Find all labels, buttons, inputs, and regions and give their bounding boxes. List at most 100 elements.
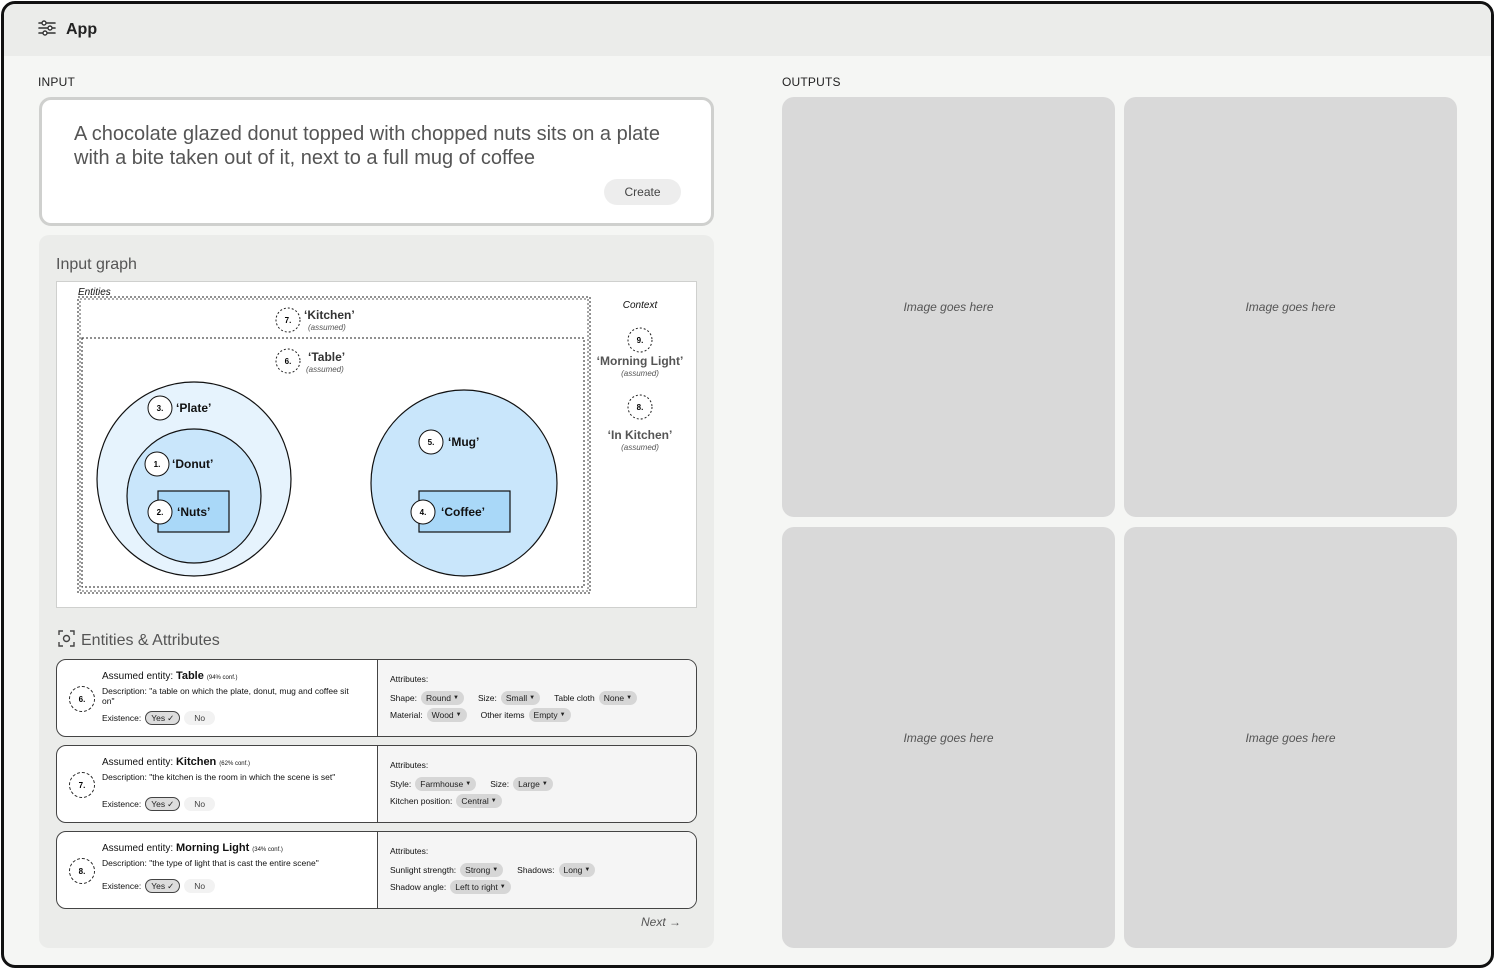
entity-badge: 7. xyxy=(69,772,95,798)
morning-light-node[interactable]: 9. ‘Morning Light’ (assumed) xyxy=(597,327,684,378)
coffee-node[interactable]: 4. ‘Coffee’ xyxy=(410,490,511,533)
shadows-dropdown[interactable]: Long ▼ xyxy=(558,863,596,877)
svg-text:‘Nuts’: ‘Nuts’ xyxy=(177,505,210,519)
svg-text:‘Kitchen’: ‘Kitchen’ xyxy=(304,308,355,322)
svg-text:4.: 4. xyxy=(420,508,427,517)
check-icon: ✓ xyxy=(167,880,175,891)
attribute-row: Shape: Round ▼ Size: Small ▼ Table cloth N… xyxy=(390,691,638,705)
output-image-2[interactable]: Image goes here xyxy=(1124,97,1457,517)
entity-card-morning-light: 8. Assumed entity: Morning Light (34% con… xyxy=(56,831,697,909)
svg-text:‘Morning Light’: ‘Morning Light’ xyxy=(597,354,684,368)
style-dropdown[interactable]: Farmhouse ▼ xyxy=(415,777,477,791)
entity-name: Kitchen xyxy=(175,756,217,768)
material-dropdown[interactable]: Wood ▼ xyxy=(426,708,467,722)
entity-heading: Assumed entity: Morning Light (34% conf.) xyxy=(102,842,283,854)
output-image-4[interactable]: Image goes here xyxy=(1124,527,1457,948)
check-icon: ✓ xyxy=(167,712,175,723)
top-bar: App xyxy=(4,4,1491,56)
caret-down-icon: ▼ xyxy=(559,712,566,718)
confidence: (34% conf.) xyxy=(252,847,283,853)
entity-badge: 6. xyxy=(69,686,95,712)
attributes-label: Attributes: xyxy=(390,846,429,856)
entity-card-kitchen: 7. Assumed entity: Kitchen (62% conf.) De… xyxy=(56,745,697,823)
sliders-icon[interactable] xyxy=(38,19,56,41)
table-cloth-dropdown[interactable]: None ▼ xyxy=(598,691,638,705)
attributes-label: Attributes: xyxy=(390,674,429,684)
attribute-row: Material: Wood ▼ Other items Empty ▼ xyxy=(390,708,571,722)
svg-text:‘Table’: ‘Table’ xyxy=(308,350,345,364)
scan-focus-icon xyxy=(58,630,75,652)
caret-down-icon: ▼ xyxy=(492,867,499,873)
existence-yes-button[interactable]: Yes ✓ xyxy=(145,879,181,893)
svg-text:(assumed): (assumed) xyxy=(621,369,659,378)
context-label: Context xyxy=(623,300,659,311)
caret-down-icon: ▼ xyxy=(490,798,497,804)
entity-description: Description: "the kitchen is the room in… xyxy=(102,772,336,782)
attributes-panel: Attributes: Sunlight strength: Strong ▼ S… xyxy=(377,832,696,908)
create-button[interactable]: Create xyxy=(604,179,681,205)
attribute-row: Kitchen position: Central ▼ xyxy=(390,794,502,808)
caret-down-icon: ▼ xyxy=(541,781,548,787)
outputs-section-label: OUTPUTS xyxy=(782,75,841,89)
shadow-angle-dropdown[interactable]: Left to right ▼ xyxy=(450,880,511,894)
caret-down-icon: ▼ xyxy=(626,695,633,701)
shape-dropdown[interactable]: Round ▼ xyxy=(420,691,464,705)
entity-name: Morning Light xyxy=(175,842,250,854)
svg-text:‘Donut’: ‘Donut’ xyxy=(172,457,213,471)
prompt-box[interactable]: A chocolate glazed donut topped with cho… xyxy=(39,97,714,226)
in-kitchen-node[interactable]: 8. ‘In Kitchen’ (assumed) xyxy=(608,394,673,452)
prompt-text[interactable]: A chocolate glazed donut topped with cho… xyxy=(74,122,694,170)
svg-text:‘Mug’: ‘Mug’ xyxy=(448,435,479,449)
caret-down-icon: ▼ xyxy=(584,867,591,873)
entity-card-table: 6. Assumed entity: Table (94% conf.) Desc… xyxy=(56,659,697,737)
app-title: App xyxy=(66,21,98,38)
svg-text:(assumed): (assumed) xyxy=(308,323,346,332)
existence-no-button[interactable]: No xyxy=(184,879,216,893)
input-graph-panel: Input graph Entities 7. ‘Kitchen’ (assum… xyxy=(39,235,714,948)
svg-text:1.: 1. xyxy=(154,460,161,469)
svg-text:(assumed): (assumed) xyxy=(306,365,344,374)
entity-badge: 8. xyxy=(69,858,95,884)
size-dropdown[interactable]: Large ▼ xyxy=(513,777,553,791)
svg-text:‘Coffee’: ‘Coffee’ xyxy=(441,505,485,519)
attribute-row: Sunlight strength: Strong ▼ Shadows: Long… xyxy=(390,863,596,877)
svg-text:7.: 7. xyxy=(285,316,292,325)
entities-label: Entities xyxy=(78,287,111,298)
entities-attributes-heading: Entities & Attributes xyxy=(58,630,220,652)
size-dropdown[interactable]: Small ▼ xyxy=(500,691,541,705)
attribute-row: Shadow angle: Left to right ▼ xyxy=(390,880,511,894)
entity-heading: Assumed entity: Kitchen (62% conf.) xyxy=(102,756,250,768)
svg-text:‘Plate’: ‘Plate’ xyxy=(176,401,211,415)
input-section-label: INPUT xyxy=(38,75,75,89)
output-image-3[interactable]: Image goes here xyxy=(782,527,1115,948)
output-image-1[interactable]: Image goes here xyxy=(782,97,1115,517)
sunlight-strength-dropdown[interactable]: Strong ▼ xyxy=(460,863,504,877)
svg-text:5.: 5. xyxy=(428,438,435,447)
kitchen-position-dropdown[interactable]: Central ▼ xyxy=(456,794,502,808)
input-graph-title: Input graph xyxy=(56,256,137,273)
attributes-panel: Attributes: Shape: Round ▼ Size: Small ▼ T… xyxy=(377,660,696,736)
mug-node[interactable]: 5. ‘Mug’ xyxy=(370,389,558,577)
existence-row: Existence: Yes ✓ No xyxy=(102,711,216,725)
kitchen-node[interactable]: 7. ‘Kitchen’ (assumed) xyxy=(275,307,355,333)
existence-no-button[interactable]: No xyxy=(184,797,216,811)
confidence: (94% conf.) xyxy=(206,675,238,681)
caret-down-icon: ▼ xyxy=(499,884,506,890)
other-items-dropdown[interactable]: Empty ▼ xyxy=(528,708,571,722)
next-button[interactable]: Next → xyxy=(641,915,681,929)
entity-name: Table xyxy=(175,670,204,682)
svg-text:3.: 3. xyxy=(157,404,164,413)
nuts-node[interactable]: 2. ‘Nuts’ xyxy=(147,490,230,533)
existence-yes-button[interactable]: Yes ✓ xyxy=(145,797,181,811)
entity-description: Description: "a table on which the plate… xyxy=(102,686,349,706)
existence-yes-button[interactable]: Yes ✓ xyxy=(145,711,181,725)
svg-text:(assumed): (assumed) xyxy=(621,443,659,452)
attribute-row: Style: Farmhouse ▼ Size: Large ▼ xyxy=(390,777,553,791)
existence-row: Existence: Yes ✓ No xyxy=(102,879,216,893)
table-node[interactable]: 6. ‘Table’ (assumed) xyxy=(275,348,345,374)
attributes-label: Attributes: xyxy=(390,760,429,770)
app-window: App INPUT A chocolate glazed donut toppe… xyxy=(1,1,1494,968)
existence-no-button[interactable]: No xyxy=(184,711,216,725)
attributes-panel: Attributes: Style: Farmhouse ▼ Size: Larg… xyxy=(377,746,696,822)
existence-row: Existence: Yes ✓ No xyxy=(102,797,216,811)
